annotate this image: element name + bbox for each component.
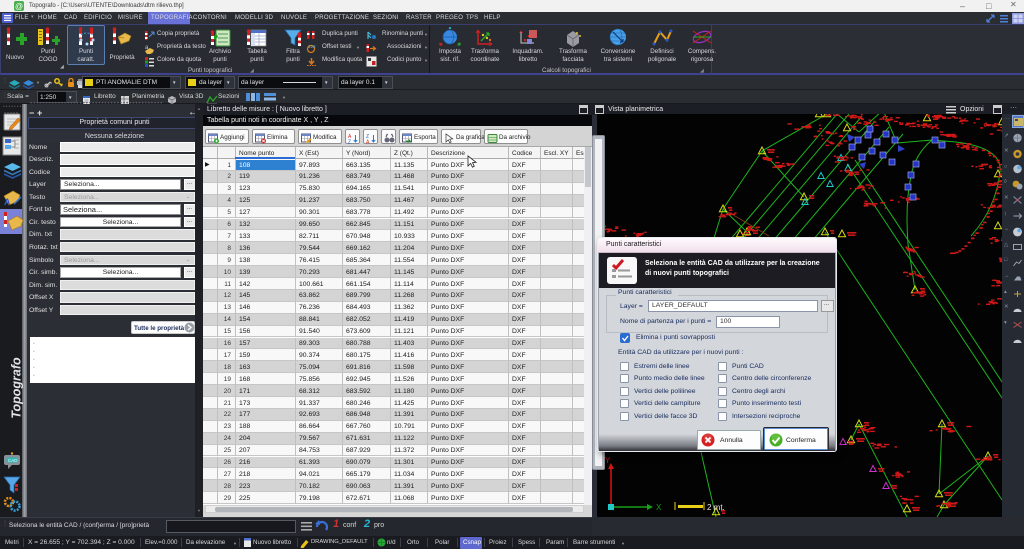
svg-text:Z: Z (348, 140, 351, 145)
svg-text:X: X (656, 503, 662, 512)
svg-text:@: @ (15, 2, 23, 11)
svg-text:A: A (4, 197, 11, 207)
svg-text:Y: Y (605, 456, 611, 465)
svg-text:2 mt.: 2 mt. (707, 503, 725, 512)
svg-text:CAD: CAD (8, 458, 18, 463)
svg-text:A: A (366, 140, 370, 145)
svg-text:123: 123 (308, 44, 316, 49)
